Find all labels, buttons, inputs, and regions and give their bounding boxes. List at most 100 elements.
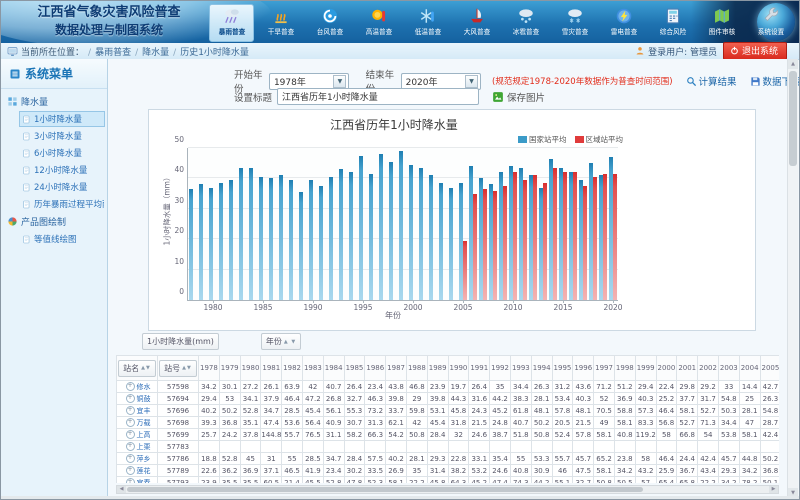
logout-button[interactable]: 退出系统: [723, 42, 787, 60]
vscroll-thumb[interactable]: [789, 71, 797, 166]
nav-item-hail[interactable]: 冰雹普查: [503, 4, 548, 42]
station-name-cell[interactable]: +上栗: [117, 441, 158, 453]
expand-row-icon[interactable]: +: [126, 478, 135, 483]
end-year-select[interactable]: 2020年▼: [401, 73, 481, 90]
vertical-scrollbar[interactable]: ▲ ▼: [787, 59, 798, 498]
tree-item-0-3[interactable]: 12小时降水量: [19, 162, 105, 178]
horizontal-scrollbar[interactable]: ◀ ▶: [116, 485, 779, 494]
start-year-select[interactable]: 1978年▼: [269, 73, 349, 90]
year-column-header[interactable]: 2000: [656, 356, 677, 381]
station-name-cell[interactable]: +万载: [117, 417, 158, 429]
value-cell: 71.3: [698, 417, 719, 429]
year-column-header[interactable]: 1978: [199, 356, 220, 381]
value-cell: 52.3: [365, 477, 386, 484]
value-cell: 32.7: [344, 393, 365, 405]
year-column-header[interactable]: 1982: [282, 356, 303, 381]
station-name-cell[interactable]: +宜丰: [117, 405, 158, 417]
scroll-left-arrow-icon[interactable]: ◀: [117, 486, 126, 493]
year-column-header[interactable]: 1981: [261, 356, 282, 381]
expand-row-icon[interactable]: +: [126, 418, 135, 427]
tree-item-0-5[interactable]: 历年暴雨过程平均雨量: [19, 196, 105, 212]
expand-row-icon[interactable]: +: [126, 466, 135, 475]
station-name-cell[interactable]: +莲花: [117, 465, 158, 477]
expand-row-icon[interactable]: +: [126, 394, 135, 403]
save-image-button[interactable]: 保存图片: [492, 90, 545, 104]
year-column-header[interactable]: 1995: [552, 356, 573, 381]
station-name-cell[interactable]: +宜春: [117, 477, 158, 484]
station-name-sort[interactable]: 站名▲▼: [118, 360, 156, 377]
year-column-header[interactable]: 2005: [760, 356, 779, 381]
expand-row-icon[interactable]: +: [126, 406, 135, 415]
year-column-header[interactable]: 1997: [594, 356, 615, 381]
year-column-header[interactable]: 1979: [219, 356, 240, 381]
year-column-header[interactable]: 1991: [469, 356, 490, 381]
expand-row-icon[interactable]: +: [126, 454, 135, 463]
value-cell: [427, 441, 448, 453]
chart-title-input[interactable]: 江西省历年1小时降水量: [277, 88, 479, 105]
nav-item-typhoon[interactable]: 台风普查: [307, 4, 352, 42]
expand-row-icon[interactable]: +: [126, 382, 135, 391]
tree-group-0[interactable]: 降水量: [7, 93, 107, 110]
year-column-header[interactable]: 1998: [614, 356, 635, 381]
year-column-header[interactable]: 1983: [302, 356, 323, 381]
year-column-header[interactable]: 1984: [323, 356, 344, 381]
year-column-header[interactable]: 2003: [718, 356, 739, 381]
year-column-header[interactable]: 2002: [698, 356, 719, 381]
station-id-cell: 57783: [158, 441, 199, 453]
value-cell: 34.2: [199, 381, 220, 393]
nav-item-gale[interactable]: 大风普查: [454, 4, 499, 42]
year-column-header[interactable]: 1988: [406, 356, 427, 381]
year-column-header[interactable]: 1990: [448, 356, 469, 381]
scroll-right-arrow-icon[interactable]: ▶: [769, 486, 778, 493]
year-column-header[interactable]: 1980: [240, 356, 261, 381]
tree-item-0-1[interactable]: 3小时降水量: [19, 128, 105, 144]
nav-item-rainstorm[interactable]: 暴雨普查: [209, 4, 254, 42]
year-column-header[interactable]: 1992: [490, 356, 511, 381]
nav-item-lightning[interactable]: 雷电普查: [601, 4, 646, 42]
calculate-button[interactable]: 计算结果: [686, 74, 737, 88]
year-column-header[interactable]: 1994: [531, 356, 552, 381]
station-name-cell[interactable]: +修水: [117, 381, 158, 393]
nav-item-settings[interactable]: 系统设置: [748, 4, 793, 42]
table-row: +上栗57783: [117, 441, 780, 453]
station-name-cell[interactable]: +铜鼓: [117, 393, 158, 405]
expand-row-icon[interactable]: +: [126, 430, 135, 439]
value-cell: [406, 441, 427, 453]
year-column-header[interactable]: 2001: [677, 356, 698, 381]
year-column-header[interactable]: 1996: [573, 356, 594, 381]
nav-item-snow[interactable]: 雪灾普查: [552, 4, 597, 42]
expand-row-icon[interactable]: +: [126, 442, 135, 451]
year-column-header[interactable]: 2004: [739, 356, 760, 381]
year-column-header[interactable]: 1989: [427, 356, 448, 381]
year-column-header[interactable]: 1986: [365, 356, 386, 381]
nav-item-map-review[interactable]: 图件审核: [699, 4, 744, 42]
tree-group-1[interactable]: 产品图绘制: [7, 213, 107, 230]
breadcrumb-segment[interactable]: 降水量: [142, 48, 169, 58]
year-column-header[interactable]: 1993: [510, 356, 531, 381]
value-cell: 45.8: [448, 405, 469, 417]
tree-item-0-0[interactable]: 1小时降水量: [19, 111, 105, 127]
year-column-header[interactable]: 1987: [386, 356, 407, 381]
nav-item-low-temp[interactable]: 低温普查: [405, 4, 450, 42]
nav-item-risk[interactable]: 综合风险: [650, 4, 695, 42]
value-cell: [323, 441, 344, 453]
unit-filter-button[interactable]: 1小时降水量(mm): [142, 333, 219, 350]
station-name-cell[interactable]: +萍乡: [117, 453, 158, 465]
year-column-header[interactable]: 1999: [635, 356, 656, 381]
tree-item-0-4[interactable]: 24小时降水量: [19, 179, 105, 195]
doc-icon: [22, 149, 31, 158]
scroll-up-arrow-icon[interactable]: ▲: [788, 59, 798, 69]
nav-item-high-temp[interactable]: 高温普查: [356, 4, 401, 42]
year-column-header[interactable]: 1985: [344, 356, 365, 381]
tree-item-1-0[interactable]: 等值线绘图: [19, 231, 105, 247]
breadcrumb-segment[interactable]: 暴雨普查: [95, 48, 131, 58]
station-name-cell[interactable]: +上高: [117, 429, 158, 441]
tree-item-0-2[interactable]: 6小时降水量: [19, 145, 105, 161]
hscroll-thumb[interactable]: [127, 487, 643, 492]
bar-national-1985: [259, 177, 263, 300]
station-id-sort[interactable]: 站号▲▼: [159, 360, 197, 377]
breadcrumb-segment[interactable]: 历史1小时降水量: [180, 48, 249, 58]
value-cell: 28.4: [427, 429, 448, 441]
year-sort-button[interactable]: 年份▲ ▼: [261, 333, 301, 350]
nav-item-drought[interactable]: 干旱普查: [258, 4, 303, 42]
